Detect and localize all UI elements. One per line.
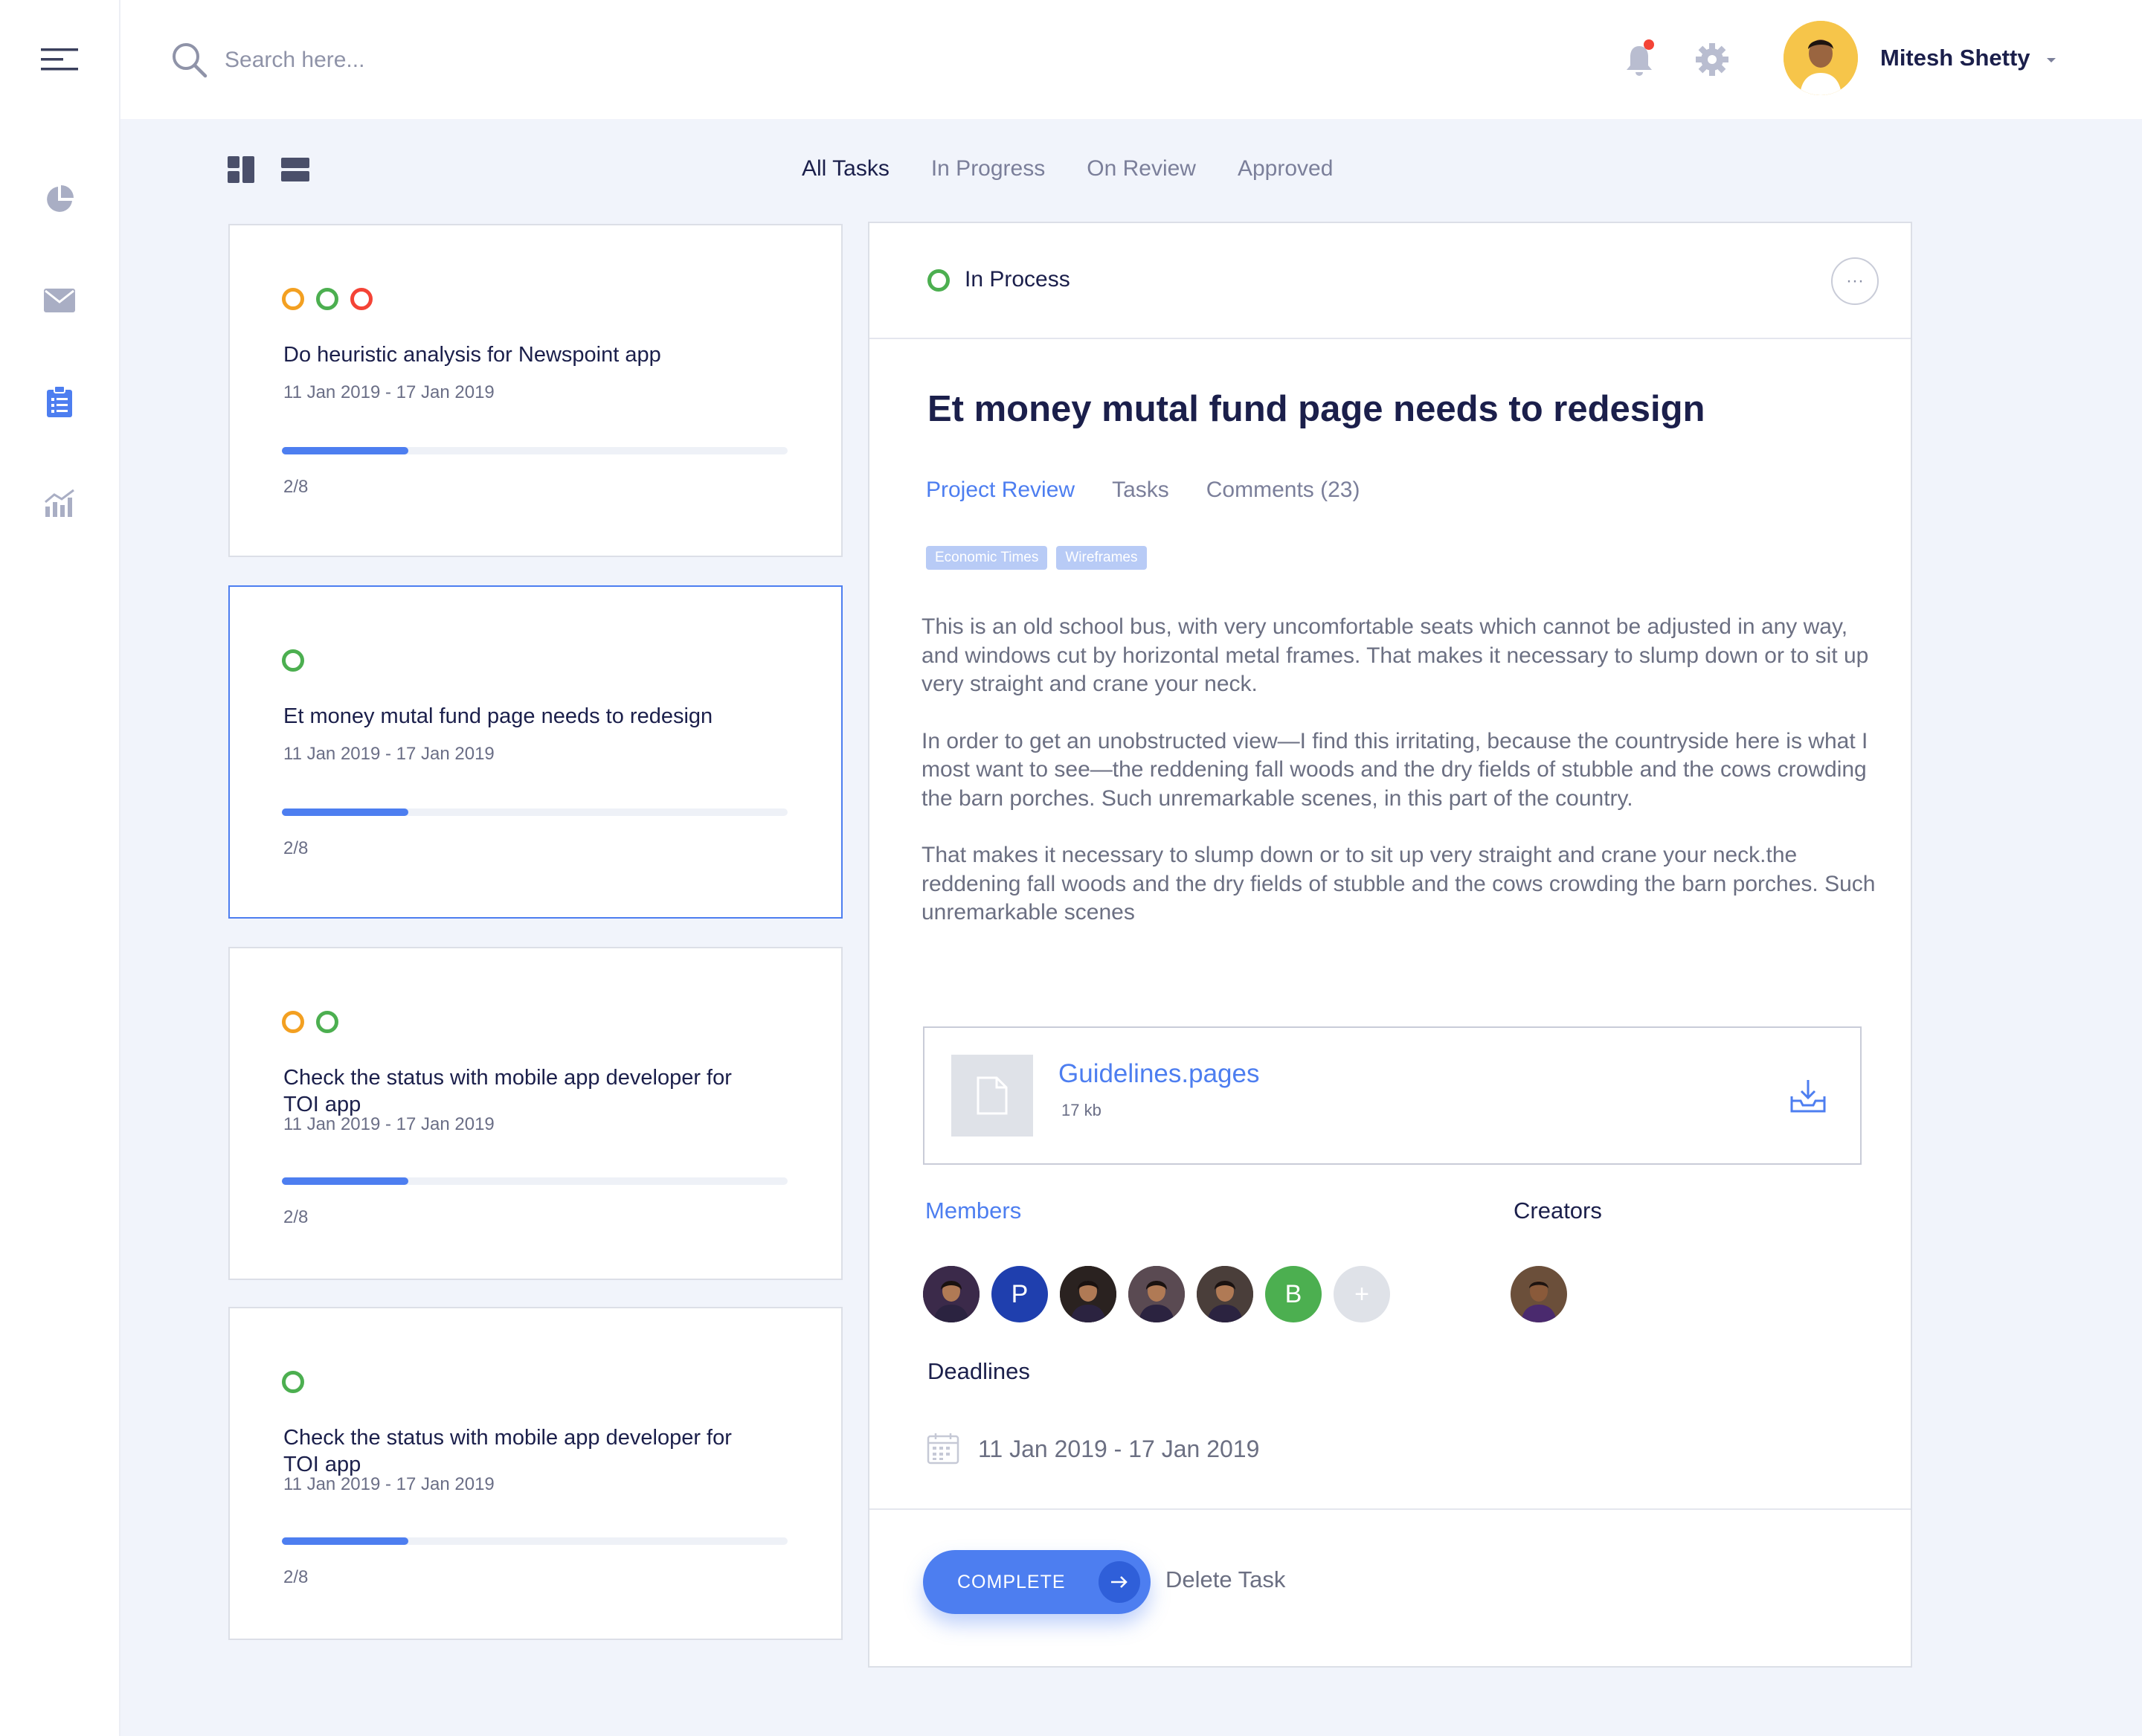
menu-icon[interactable]: [30, 30, 89, 89]
list-view-icon[interactable]: [281, 155, 311, 184]
attachment: Guidelines.pages 17 kb: [923, 1026, 1862, 1165]
progress-label: 2/8: [283, 1207, 309, 1227]
progress-bar: [282, 1177, 788, 1185]
file-name[interactable]: Guidelines.pages: [1058, 1059, 1259, 1089]
task-dates: 11 Jan 2019 - 17 Jan 2019: [283, 1114, 495, 1134]
member-list: P B +: [923, 1266, 1390, 1322]
status-dots: [282, 1371, 304, 1393]
status-dot-orange: [282, 1011, 304, 1033]
status-dot-green: [282, 1371, 304, 1393]
member-avatar-initial[interactable]: B: [1265, 1266, 1322, 1322]
clipboard-icon[interactable]: [30, 372, 89, 431]
sidebar: [0, 0, 120, 1736]
status-dots: [282, 288, 373, 310]
detail-tabs: Project Review Tasks Comments (23): [926, 478, 1360, 503]
progress-fill: [282, 1537, 408, 1545]
chevron-down-icon[interactable]: [2042, 52, 2060, 67]
status-label: In Process: [965, 267, 1070, 292]
deadlines-label: Deadlines: [927, 1358, 1030, 1384]
deadline-dates: 11 Jan 2019 - 17 Jan 2019: [978, 1436, 1260, 1462]
task-card[interactable]: Check the status with mobile app develop…: [228, 947, 843, 1280]
delete-task-button[interactable]: Delete Task: [1165, 1566, 1285, 1593]
tag[interactable]: Economic Times: [926, 546, 1048, 570]
tab-comments[interactable]: Comments (23): [1206, 478, 1360, 503]
mail-icon[interactable]: [30, 271, 89, 330]
gear-icon[interactable]: [1690, 37, 1734, 82]
status-dot-green: [316, 1011, 338, 1033]
tab-in-progress[interactable]: In Progress: [931, 156, 1045, 181]
task-title: Et money mutal fund page needs to redesi…: [283, 704, 713, 728]
tab-project-review[interactable]: Project Review: [926, 478, 1075, 503]
more-options-button[interactable]: ···: [1831, 257, 1879, 305]
progress-fill: [282, 447, 408, 454]
grid-view-icon[interactable]: [228, 155, 257, 184]
description-paragraph: That makes it necessary to slump down or…: [922, 843, 1876, 925]
progress-label: 2/8: [283, 1567, 309, 1587]
member-avatar[interactable]: [1128, 1266, 1185, 1322]
search-icon: [171, 42, 208, 79]
description-paragraph: In order to get an unobstructed view—I f…: [922, 728, 1868, 811]
tag[interactable]: Wireframes: [1056, 546, 1147, 570]
task-card[interactable]: Check the status with mobile app develop…: [228, 1307, 843, 1640]
download-icon[interactable]: [1787, 1076, 1829, 1117]
task-title: Do heuristic analysis for Newspoint app: [283, 343, 661, 367]
member-avatar-initial[interactable]: P: [991, 1266, 1048, 1322]
member-avatar[interactable]: [1060, 1266, 1116, 1322]
task-card[interactable]: Et money mutal fund page needs to redesi…: [228, 585, 843, 919]
member-avatar[interactable]: [923, 1266, 980, 1322]
tab-on-review[interactable]: On Review: [1087, 156, 1196, 181]
creators-label: Creators: [1514, 1197, 1602, 1224]
status-dot-orange: [282, 288, 304, 310]
add-member-button[interactable]: +: [1334, 1266, 1390, 1322]
tag-list: Economic Times Wireframes: [926, 546, 1147, 570]
user-avatar[interactable]: [1784, 21, 1858, 95]
task-detail-panel: In Process ··· Et money mutal fund page …: [868, 222, 1912, 1668]
complete-button[interactable]: COMPLETE: [923, 1550, 1151, 1614]
task-dates: 11 Jan 2019 - 17 Jan 2019: [283, 1474, 495, 1494]
divider: [869, 1508, 1911, 1510]
task-title: Check the status with mobile app develop…: [283, 1066, 732, 1116]
task-title: Check the status with mobile app develop…: [283, 1426, 732, 1476]
progress-label: 2/8: [283, 838, 309, 858]
calendar-icon: [926, 1431, 960, 1465]
creator-avatar[interactable]: [1511, 1266, 1567, 1322]
status-dots: [282, 1011, 338, 1033]
member-avatar[interactable]: [1197, 1266, 1253, 1322]
user-name[interactable]: Mitesh Shetty: [1880, 45, 2030, 71]
status-dot: [927, 269, 950, 292]
file-icon: [951, 1055, 1033, 1137]
tab-tasks[interactable]: Tasks: [1112, 478, 1169, 503]
status-dot-green: [316, 288, 338, 310]
task-dates: 11 Jan 2019 - 17 Jan 2019: [283, 382, 495, 402]
search-input[interactable]: [223, 39, 672, 82]
description: This is an old school bus, with very unc…: [922, 613, 1881, 956]
progress-bar: [282, 808, 788, 816]
tab-all-tasks[interactable]: All Tasks: [802, 156, 890, 181]
detail-title: Et money mutal fund page needs to redesi…: [927, 389, 1705, 429]
status-dot-green: [282, 649, 304, 672]
progress-bar: [282, 1537, 788, 1545]
task-dates: 11 Jan 2019 - 17 Jan 2019: [283, 744, 495, 764]
tab-approved[interactable]: Approved: [1238, 156, 1333, 181]
progress-label: 2/8: [283, 477, 309, 497]
arrow-right-icon: [1099, 1561, 1140, 1603]
chart-pie-icon[interactable]: [30, 170, 89, 229]
file-size: 17 kb: [1061, 1101, 1101, 1119]
status-dots: [282, 649, 304, 672]
complete-button-label: COMPLETE: [957, 1571, 1066, 1592]
description-paragraph: This is an old school bus, with very unc…: [922, 614, 1869, 696]
status-dot-red: [350, 288, 373, 310]
progress-fill: [282, 1177, 408, 1185]
filter-tabs: All Tasks In Progress On Review Approved: [802, 156, 1333, 181]
progress-bar: [282, 447, 788, 454]
bell-icon[interactable]: [1617, 37, 1662, 82]
top-bar: Mitesh Shetty: [120, 0, 2142, 119]
task-card[interactable]: Do heuristic analysis for Newspoint app …: [228, 224, 843, 557]
analytics-icon[interactable]: [30, 473, 89, 533]
progress-fill: [282, 808, 408, 816]
members-label[interactable]: Members: [925, 1197, 1021, 1224]
detail-header: In Process ···: [869, 223, 1911, 339]
